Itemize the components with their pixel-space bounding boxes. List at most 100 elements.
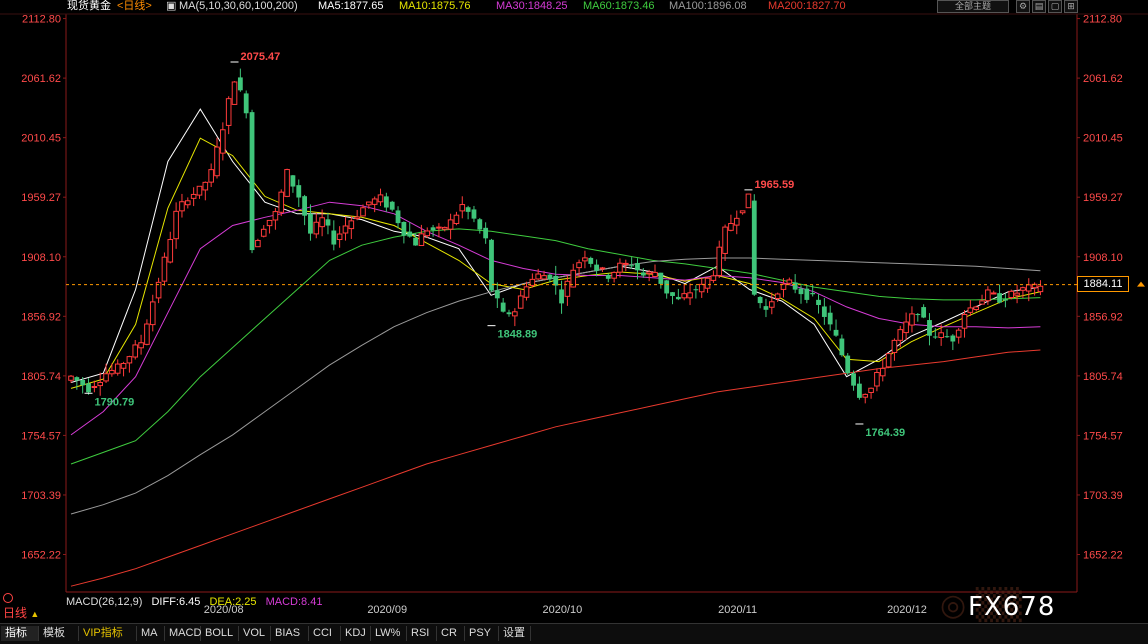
x-axis-label-2: 2020/10	[543, 604, 583, 616]
y-tick-label-left-3: 1959.27	[21, 192, 61, 204]
period-tag[interactable]: <日线>	[117, 0, 152, 13]
toolbar-item-11[interactable]: RSI	[407, 626, 437, 641]
candle-body-58	[407, 231, 413, 237]
candle-body-131	[833, 329, 839, 336]
candle-body-97	[635, 263, 640, 271]
candle-body-100	[652, 271, 658, 278]
candle-body-11	[132, 344, 139, 358]
candle-body-107	[693, 289, 699, 291]
toolbar-item-13[interactable]: PSY	[465, 626, 499, 641]
y-tick-label-right-9: 1652.22	[1083, 550, 1123, 562]
toolbar-item-12[interactable]: CR	[437, 626, 465, 641]
ma-group-label: MA(5,10,30,60,100,200)	[179, 0, 298, 12]
all-topics-button[interactable]: 全部主题	[937, 0, 1009, 13]
candle-body-55	[389, 201, 395, 210]
candle-body-96	[629, 265, 635, 267]
y-tick-label-right-3: 1959.27	[1083, 192, 1123, 204]
y-tick-label-right-7: 1754.57	[1083, 430, 1123, 442]
y-tick-label-left-7: 1754.57	[21, 430, 61, 442]
candle-body-145	[915, 314, 921, 316]
candle-body-102	[664, 280, 670, 294]
maximize-icon[interactable]: ⊞	[1064, 0, 1078, 13]
macd-title[interactable]: MACD(26,12,9)	[66, 596, 142, 608]
candle-body-149	[938, 332, 944, 338]
candle-body-115	[739, 210, 746, 214]
candle-body-12	[138, 342, 144, 349]
y-tick-label-right-5: 1856.92	[1083, 311, 1123, 323]
candle-body-98	[640, 272, 646, 276]
candle-body-63	[436, 226, 442, 229]
candle-body-68	[465, 207, 471, 212]
candle-body-13	[144, 323, 150, 345]
candle-body-105	[681, 293, 688, 299]
candle-body-160	[1003, 299, 1008, 301]
candle-body-62	[430, 227, 436, 231]
candle-body-80	[535, 273, 542, 280]
candle-body-60	[418, 233, 425, 247]
toolbar-item-1[interactable]: 模板	[39, 626, 79, 641]
toolbar-item-3[interactable]: MA	[137, 626, 165, 641]
window-icon[interactable]: ▢	[1048, 0, 1062, 13]
toolbar-item-10[interactable]: LW%	[371, 626, 407, 641]
ma-line-ma200	[70, 349, 1041, 587]
candle-body-42	[313, 221, 320, 235]
candle-body-26	[220, 129, 226, 154]
ma-line-ma100	[70, 257, 1041, 515]
toolbar-item-8[interactable]: CCI	[309, 626, 341, 641]
record-icon[interactable]	[3, 593, 13, 603]
annotation-label-4: 1764.39	[865, 427, 905, 439]
ma-line-ma30	[70, 201, 1041, 436]
layout-icon[interactable]: ▤	[1032, 0, 1046, 13]
toolbar-item-4[interactable]: MACD	[165, 626, 201, 641]
candle-body-130	[827, 312, 833, 325]
candle-body-69	[471, 209, 477, 219]
period-selector[interactable]: 日线 ▲	[3, 604, 39, 621]
candle-body-126	[804, 288, 810, 300]
toolbar-item-14[interactable]: 设置	[499, 626, 531, 641]
candle-body-10	[126, 356, 133, 364]
candle-body-142	[897, 329, 904, 341]
candle-body-108	[698, 283, 705, 293]
candle-body-9	[120, 362, 127, 369]
candle-body-87	[576, 262, 582, 269]
candle-body-143	[903, 321, 909, 334]
toolbar-item-6[interactable]: VOL	[239, 626, 271, 641]
toolbar-item-2[interactable]: VIP指标	[79, 626, 137, 641]
annotation-label-1: 1965.59	[754, 179, 794, 191]
candle-body-127	[810, 292, 816, 295]
toolbar-item-7[interactable]: BIAS	[271, 626, 309, 641]
candle-body-121	[774, 293, 781, 299]
candle-body-117	[751, 200, 757, 295]
candle-body-111	[716, 246, 723, 276]
candle-body-155	[973, 306, 980, 311]
instrument-name[interactable]: 现货黄金	[67, 0, 111, 13]
ma30-value: MA30:1848.25	[496, 0, 568, 12]
candle-body-47	[342, 225, 349, 234]
candle-body-45	[331, 230, 337, 245]
candle-body-140	[885, 353, 892, 368]
candle-body-59	[413, 237, 418, 246]
candle-body-53	[377, 194, 384, 203]
candle-body-73	[494, 290, 500, 299]
candle-body-144	[909, 313, 915, 326]
toolbar-item-9[interactable]: KDJ	[341, 626, 371, 641]
candle-body-71	[483, 227, 489, 239]
y-tick-label-left-5: 1856.92	[21, 311, 61, 323]
settings-icon[interactable]: ⚙	[1016, 0, 1030, 13]
price-chart[interactable]: 2112.80 2112.80 2061.62 2061.62 2010.45 2010.…	[0, 0, 1148, 643]
toolbar-item-5[interactable]: BOLL	[201, 626, 239, 641]
y-tick-label-right-0: 2112.80	[1083, 14, 1122, 26]
candle-body-76	[512, 311, 518, 317]
candle-body-153	[961, 313, 968, 329]
ma-settings-icon[interactable]: ▣	[166, 0, 176, 13]
toolbar-item-0[interactable]: 指标	[1, 626, 39, 641]
candle-body-93	[611, 271, 617, 279]
candle-body-27	[225, 98, 232, 126]
candle-body-99	[646, 271, 652, 275]
candle-body-81	[541, 275, 547, 280]
ma100-value: MA100:1896.08	[669, 0, 747, 12]
candle-body-46	[336, 233, 343, 241]
y-tick-label-right-4: 1908.10	[1083, 252, 1123, 264]
candle-body-41	[308, 213, 313, 234]
y-tick-label-left-4: 1908.10	[21, 252, 61, 264]
